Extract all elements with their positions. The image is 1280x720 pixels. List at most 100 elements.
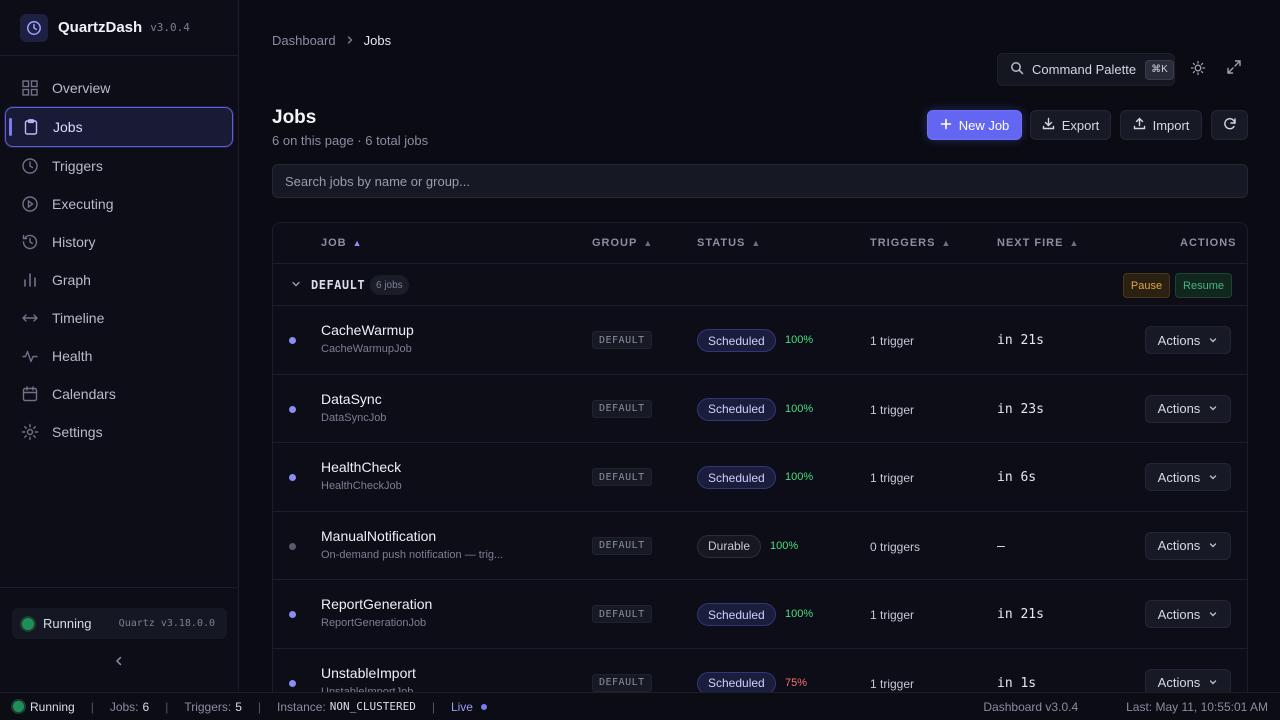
dashboard-version: Dashboard v3.0.4 — [983, 699, 1079, 714]
actions-dropdown-button[interactable]: Actions — [1145, 463, 1231, 492]
command-palette-button[interactable]: Command Palette ⌘K — [997, 53, 1175, 86]
sidebar-item-jobs[interactable]: Jobs — [5, 107, 233, 147]
success-rate: 100% — [785, 471, 814, 484]
job-name[interactable]: UnstableImport — [321, 665, 416, 681]
status-dot-icon — [289, 474, 296, 482]
job-name[interactable]: DataSync — [321, 391, 382, 407]
search-input[interactable] — [272, 164, 1248, 198]
sidebar-item-label: Overview — [52, 80, 111, 96]
sidebar-item-health[interactable]: Health — [0, 337, 238, 375]
column-label: TRIGGERS — [870, 237, 936, 249]
sidebar-item-label: History — [52, 234, 96, 250]
group-count-badge: 6 jobs — [370, 275, 409, 295]
fullscreen-icon[interactable] — [1225, 58, 1243, 76]
pause-group-button[interactable]: Pause — [1123, 273, 1170, 298]
table-row[interactable]: CacheWarmup CacheWarmupJob DEFAULT Schedule… — [273, 306, 1247, 375]
new-job-button[interactable]: New Job — [927, 110, 1022, 140]
breadcrumb-current: Jobs — [363, 33, 392, 48]
table-row[interactable]: DataSync DataSyncJob DEFAULT Scheduled 100% 1… — [273, 375, 1247, 444]
chevron-down-icon — [1208, 470, 1218, 485]
sidebar-item-timeline[interactable]: Timeline — [0, 299, 238, 337]
job-class: HealthCheckJob — [321, 480, 402, 493]
column-header-job[interactable]: JOB ▲ — [321, 237, 363, 249]
page-title: Jobs — [272, 107, 317, 128]
breadcrumb-dashboard[interactable]: Dashboard — [272, 33, 336, 48]
job-class: DataSyncJob — [321, 411, 387, 424]
group-name: DEFAULT — [311, 278, 366, 292]
collapse-sidebar-icon[interactable] — [112, 654, 126, 668]
export-button[interactable]: Export — [1030, 110, 1111, 140]
actions-label: Actions — [1157, 401, 1201, 417]
plus-icon — [940, 118, 952, 133]
group-badge: DEFAULT — [592, 331, 652, 349]
refresh-icon — [1223, 117, 1237, 134]
scheduler-status-label: Running — [43, 616, 92, 631]
status-bar-right: Dashboard v3.0.4 Last: May 11, 10:55:01 … — [983, 700, 1268, 714]
actions-dropdown-button[interactable]: Actions — [1145, 531, 1231, 560]
arrows-horizontal-icon — [20, 308, 40, 328]
running-dot-icon — [22, 617, 34, 630]
column-header-next-fire[interactable]: NEXT FIRE ▲ — [997, 237, 1079, 249]
sidebar-item-executing[interactable]: Executing — [0, 185, 238, 223]
sidebar-item-label: Triggers — [52, 158, 103, 174]
job-name[interactable]: ManualNotification — [321, 528, 436, 544]
column-header-status[interactable]: STATUS ▲ — [697, 237, 761, 249]
sort-up-icon: ▲ — [751, 238, 762, 248]
job-name[interactable]: CacheWarmup — [321, 322, 414, 338]
table-row[interactable]: HealthCheck HealthCheckJob DEFAULT Schedule… — [273, 443, 1247, 512]
sidebar-item-overview[interactable]: Overview — [0, 69, 238, 107]
sidebar-item-graph[interactable]: Graph — [0, 261, 238, 299]
actions-dropdown-button[interactable]: Actions — [1145, 394, 1231, 423]
actions-label: Actions — [1157, 606, 1201, 622]
running-dot-icon — [13, 701, 24, 712]
chevron-down-icon — [1208, 675, 1218, 690]
import-button[interactable]: Import — [1120, 110, 1202, 140]
trigger-count: 1 trigger — [870, 471, 915, 486]
column-header-triggers[interactable]: TRIGGERS ▲ — [870, 237, 951, 249]
sun-icon[interactable] — [1189, 59, 1207, 77]
table-row[interactable]: ReportGeneration ReportGenerationJob DEFAU… — [273, 580, 1247, 649]
gear-icon — [20, 422, 40, 442]
actions-dropdown-button[interactable]: Actions — [1145, 600, 1231, 629]
instance-value: NON_CLUSTERED — [329, 700, 416, 713]
search-icon — [1010, 61, 1024, 78]
table-row[interactable]: ManualNotification On-demand push notific… — [273, 512, 1247, 581]
next-fire-time: — — [997, 538, 1005, 554]
refresh-button[interactable] — [1211, 110, 1248, 140]
clock-logo-icon — [20, 13, 48, 42]
sidebar: QuartzDash v3.0.4 Overview Jobs Triggers… — [0, 0, 239, 692]
job-name[interactable]: ReportGeneration — [321, 596, 432, 612]
column-header-group[interactable]: GROUP ▲ — [592, 237, 653, 249]
resume-group-button[interactable]: Resume — [1175, 273, 1232, 298]
brand[interactable]: QuartzDash v3.0.4 — [0, 0, 238, 56]
status-dot-icon — [289, 337, 296, 344]
sidebar-item-triggers[interactable]: Triggers — [0, 147, 238, 185]
grid-icon — [20, 78, 40, 98]
success-rate: 100% — [785, 402, 814, 415]
clipboard-icon — [21, 117, 41, 137]
bar-chart-icon — [20, 270, 40, 290]
status-badge: Scheduled — [697, 466, 776, 490]
export-label: Export — [1061, 117, 1100, 133]
column-label: GROUP — [592, 237, 638, 249]
group-row-default[interactable]: DEFAULT 6 jobs Pause Resume — [273, 264, 1247, 306]
last-updated: Last: May 11, 10:55:01 AM — [1126, 699, 1268, 714]
next-fire-time: in 21s — [997, 607, 1044, 623]
trigger-count: 1 trigger — [870, 334, 915, 348]
breadcrumb: Dashboard Jobs — [272, 33, 391, 48]
next-fire-time: in 23s — [997, 401, 1044, 417]
scheduler-status: Running Quartz v3.18.0.0 — [12, 608, 227, 639]
status-dot-icon — [289, 611, 296, 619]
sidebar-item-settings[interactable]: Settings — [0, 413, 238, 451]
chevron-down-icon[interactable] — [290, 278, 302, 290]
sidebar-item-label: Settings — [52, 424, 103, 440]
sidebar-item-history[interactable]: History — [0, 223, 238, 261]
table-row[interactable]: UnstableImport UnstableImportJob DEFAULT Sc… — [273, 649, 1247, 692]
actions-dropdown-button[interactable]: Actions — [1145, 326, 1231, 354]
sidebar-item-calendars[interactable]: Calendars — [0, 375, 238, 413]
actions-dropdown-button[interactable]: Actions — [1145, 668, 1231, 692]
job-name[interactable]: HealthCheck — [321, 459, 401, 475]
status-running: Running — [30, 699, 75, 714]
history-icon — [20, 232, 40, 252]
page-subtitle: 6 on this page · 6 total jobs — [272, 133, 429, 148]
